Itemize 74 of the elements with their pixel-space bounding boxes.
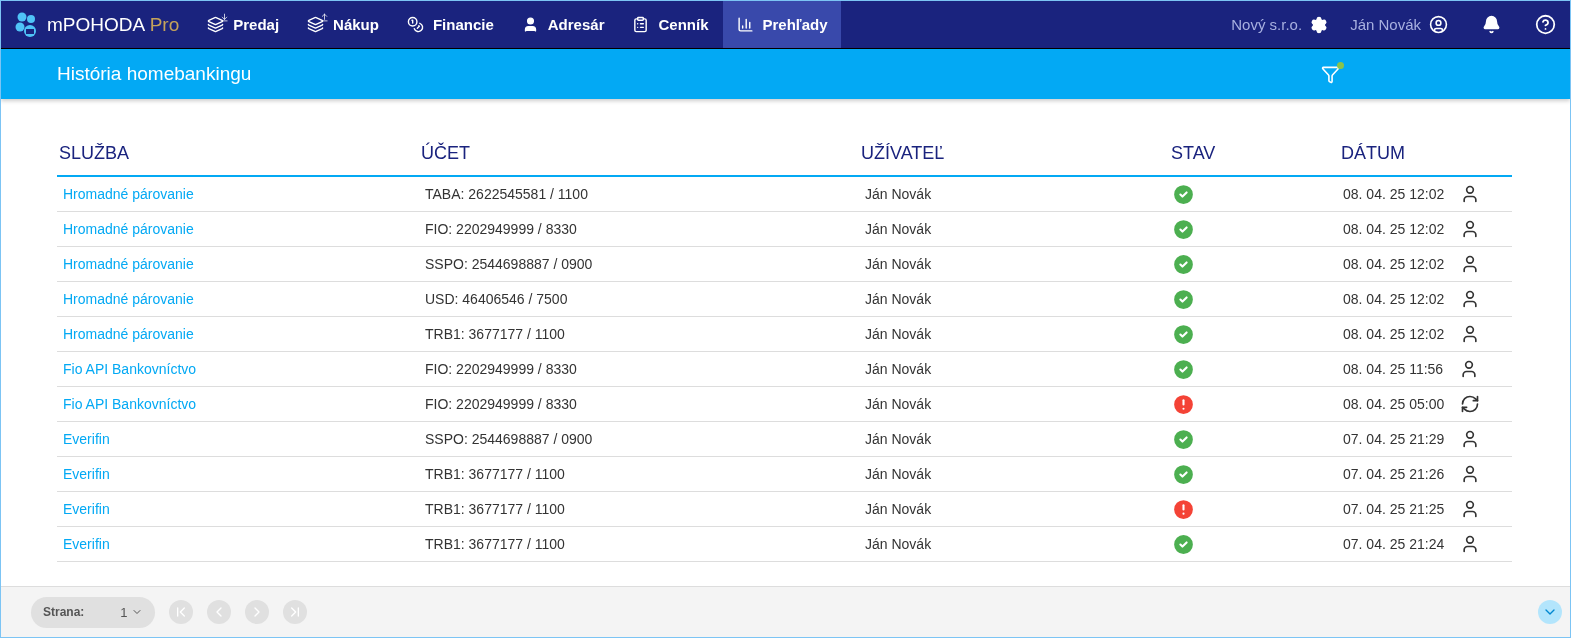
date-cell: 08. 04. 25 12:02 bbox=[1343, 221, 1445, 237]
column-header: STAV bbox=[1171, 142, 1217, 164]
service-link[interactable]: Everifin bbox=[57, 431, 110, 447]
account-cell-text: FIO: 2202949999 / 8330 bbox=[424, 221, 578, 237]
user-cell-text: Ján Novák bbox=[864, 326, 933, 342]
stacked-coins-up-icon bbox=[307, 16, 325, 33]
account-cell-text: TRB1: 3677177 / 1100 bbox=[424, 466, 566, 482]
nav-tab[interactable]: Cenník bbox=[618, 1, 723, 48]
clipboard-icon bbox=[632, 16, 650, 33]
service-link[interactable]: Everifin bbox=[57, 466, 110, 482]
service-link[interactable]: Hromadné párovanie bbox=[57, 326, 194, 342]
user-cell-text: Ján Novák bbox=[864, 396, 933, 412]
user-cell-text: Ján Novák bbox=[864, 256, 933, 272]
help-button[interactable] bbox=[1535, 14, 1556, 35]
brand-name: mPOHODA bbox=[47, 13, 146, 35]
notifications-button[interactable] bbox=[1482, 15, 1501, 34]
service-link[interactable]: Everifin bbox=[57, 501, 110, 517]
user-circle-icon bbox=[1429, 15, 1448, 34]
service-link[interactable]: Fio API Bankovníctvo bbox=[57, 361, 197, 377]
account-cell-text: USD: 46406546 / 7500 bbox=[424, 291, 569, 307]
page-selector[interactable]: Strana: 1 bbox=[31, 596, 155, 628]
company-menu[interactable]: Nový s.r.o. bbox=[1231, 15, 1329, 34]
user-cell-text: Ján Novák bbox=[864, 186, 933, 202]
service-link[interactable]: Hromadné párovanie bbox=[57, 291, 194, 307]
page-label: Strana: bbox=[43, 605, 85, 619]
date-cell: 07. 04. 25 21:25 bbox=[1343, 501, 1445, 517]
nav-tab[interactable]: Adresár bbox=[507, 1, 619, 48]
user-cell-text: Ján Novák bbox=[864, 291, 933, 307]
date-cell: 07. 04. 25 21:26 bbox=[1343, 466, 1445, 482]
service-link[interactable]: Everifin bbox=[57, 536, 110, 552]
account-cell-text: TRB1: 3677177 / 1100 bbox=[424, 326, 566, 342]
account-cell-text: FIO: 2202949999 / 8330 bbox=[424, 396, 578, 412]
column-header: ÚČET bbox=[421, 142, 471, 164]
column-header: SLUŽBA bbox=[58, 142, 131, 164]
account-cell-text: TRB1: 3677177 / 1100 bbox=[424, 501, 566, 517]
page-title: História homebankingu bbox=[57, 63, 253, 85]
nav-tab[interactable]: Prehľady bbox=[722, 1, 842, 48]
coins-icon bbox=[406, 16, 424, 33]
user-menu[interactable]: Ján Novák bbox=[1350, 15, 1448, 34]
service-link[interactable]: Hromadné párovanie bbox=[57, 186, 194, 202]
stacked-coins-down-icon bbox=[207, 16, 225, 33]
expand-button[interactable] bbox=[1538, 600, 1562, 624]
user-cell-text: Ján Novák bbox=[864, 536, 933, 552]
user-cell-text: Ján Novák bbox=[864, 466, 933, 482]
date-cell: 08. 04. 25 05:00 bbox=[1343, 396, 1445, 412]
date-cell: 08. 04. 25 12:02 bbox=[1343, 326, 1445, 342]
account-cell-text: SSPO: 2544698887 / 0900 bbox=[424, 431, 594, 447]
user-cell-text: Ján Novák bbox=[864, 431, 933, 447]
column-header: DÁTUM bbox=[1341, 142, 1406, 164]
logo-icon bbox=[15, 11, 39, 38]
bar-chart-icon bbox=[736, 16, 754, 33]
page-dropdown[interactable]: 1 bbox=[120, 604, 143, 620]
nav-tab[interactable]: Predaj bbox=[193, 1, 294, 48]
date-cell: 07. 04. 25 21:29 bbox=[1343, 431, 1445, 447]
user-cell-text: Ján Novák bbox=[864, 361, 933, 377]
nav-tab[interactable]: Nákup bbox=[293, 1, 393, 48]
settings-icon bbox=[1310, 15, 1329, 34]
service-link[interactable]: Hromadné párovanie bbox=[57, 221, 194, 237]
edition-label: Pro bbox=[149, 13, 180, 35]
date-cell: 08. 04. 25 11:56 bbox=[1343, 361, 1444, 377]
user-cell-text: Ján Novák bbox=[864, 221, 933, 237]
date-cell: 08. 04. 25 12:02 bbox=[1343, 291, 1445, 307]
account-cell-text: TRB1: 3677177 / 1100 bbox=[424, 536, 566, 552]
date-cell: 07. 04. 25 21:24 bbox=[1343, 536, 1445, 552]
column-header: UŽÍVATEĽ bbox=[861, 142, 946, 164]
service-link[interactable]: Fio API Bankovníctvo bbox=[57, 396, 197, 412]
nav-tab[interactable]: Financie bbox=[392, 1, 508, 48]
account-cell-text: TABA: 2622545581 / 1100 bbox=[424, 186, 589, 202]
service-link[interactable]: Hromadné párovanie bbox=[57, 256, 194, 272]
account-cell-text: SSPO: 2544698887 / 0900 bbox=[424, 256, 594, 272]
date-cell: 08. 04. 25 12:02 bbox=[1343, 186, 1445, 202]
user-cell-text: Ján Novák bbox=[864, 501, 933, 517]
account-cell-text: FIO: 2202949999 / 8330 bbox=[424, 361, 578, 377]
date-cell: 08. 04. 25 12:02 bbox=[1343, 256, 1445, 272]
